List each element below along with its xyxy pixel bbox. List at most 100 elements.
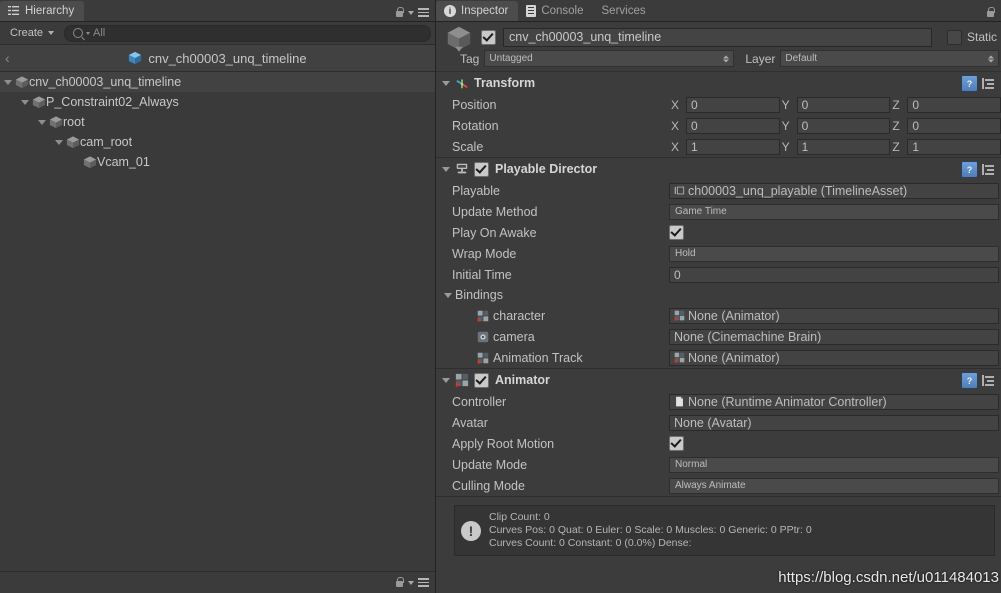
lock-icon[interactable] — [986, 7, 995, 18]
object-field[interactable]: None (Avatar) — [669, 414, 999, 431]
foldout-open-icon[interactable] — [442, 166, 450, 172]
back-arrow-icon[interactable]: ‹ — [5, 51, 10, 65]
axis-input[interactable]: 0 — [907, 117, 1001, 134]
axis-input[interactable]: 0 — [796, 96, 891, 113]
lock-icon[interactable] — [395, 577, 404, 588]
bindings-foldout[interactable]: Bindings — [436, 285, 1001, 305]
foldout-open-icon[interactable] — [442, 80, 450, 86]
hamburger-menu-icon[interactable] — [418, 578, 429, 587]
component-header[interactable]: Playable Director? — [436, 158, 1001, 180]
axis-value: 1 — [801, 139, 809, 154]
gameobject-name-field[interactable]: cnv_ch00003_unq_timeline — [503, 27, 932, 47]
binding-row: Animation Track None (Animator) — [436, 347, 1001, 368]
info-line-1: Clip Count: 0 — [489, 511, 550, 523]
property-row: Wrap Mode Hold — [436, 243, 1001, 264]
tab-console[interactable]: Console — [518, 1, 593, 21]
vector-axis-z: Z0 — [890, 117, 1001, 134]
object-field[interactable]: None (Runtime Animator Controller) — [669, 393, 999, 410]
component-header-actions: ? — [961, 372, 997, 389]
enum-dropdown[interactable]: Game Time — [669, 203, 999, 220]
axis-label: Z — [892, 118, 900, 133]
component-title: Transform — [474, 76, 536, 90]
help-book-icon[interactable]: ? — [961, 161, 978, 178]
foldout-open-icon[interactable] — [442, 377, 450, 383]
vector3-field: X0Y0Z0 — [669, 117, 1001, 134]
axis-input[interactable]: 0 — [796, 117, 891, 134]
layer-dropdown[interactable]: Default — [780, 50, 999, 67]
property-label: Initial Time — [452, 267, 512, 282]
axis-label: X — [671, 97, 680, 112]
tree-item[interactable]: P_Constraint02_Always — [0, 92, 435, 112]
chevron-down-icon[interactable] — [408, 580, 414, 585]
foldout-open-icon[interactable] — [4, 79, 12, 85]
binding-value: None (Cinemachine Brain) — [674, 329, 822, 344]
preset-settings-icon[interactable] — [982, 76, 997, 91]
property-checkbox[interactable] — [669, 225, 684, 240]
enum-dropdown[interactable]: Normal — [669, 456, 999, 473]
tree-item[interactable]: Vcam_01 — [0, 152, 435, 172]
component-enabled-checkbox[interactable] — [474, 372, 489, 388]
object-field[interactable]: ch00003_unq_playable (TimelineAsset) — [669, 182, 999, 199]
info-line-2: Curves Pos: 0 Quat: 0 Euler: 0 Scale: 0 … — [489, 524, 812, 537]
static-toggle[interactable]: Static — [939, 29, 1001, 45]
search-input[interactable]: All — [64, 24, 431, 42]
help-book-icon[interactable]: ? — [961, 372, 978, 389]
component-header[interactable]: Animator? — [436, 369, 1001, 391]
axis-input[interactable]: 0 — [907, 96, 1001, 113]
enum-value: Always Animate — [675, 480, 746, 491]
foldout-open-icon[interactable] — [21, 99, 29, 105]
create-button[interactable]: Create — [4, 25, 60, 41]
tree-item[interactable]: cnv_ch00003_unq_timeline — [0, 72, 435, 92]
preset-settings-icon[interactable] — [982, 373, 997, 388]
axis-label: Z — [892, 139, 900, 154]
vector-axis-x: X0 — [669, 117, 780, 134]
binding-object-field[interactable]: None (Animator) — [669, 349, 999, 366]
component-enabled-checkbox[interactable] — [474, 161, 489, 177]
hamburger-menu-icon[interactable] — [418, 8, 429, 17]
chevron-down-icon[interactable] — [408, 10, 414, 15]
lock-icon[interactable] — [395, 7, 404, 18]
property-label: Controller — [452, 394, 507, 409]
property-row: Culling Mode Always Animate — [436, 475, 1001, 496]
axis-input[interactable]: 0 — [686, 96, 780, 113]
tab-inspector[interactable]: i Inspector — [436, 1, 519, 21]
foldout-open-icon[interactable] — [444, 292, 452, 298]
binding-object-field[interactable]: None (Animator) — [669, 307, 999, 324]
tree-item[interactable]: root — [0, 112, 435, 132]
vector-axis-z: Z0 — [890, 96, 1001, 113]
foldout-open-icon[interactable] — [55, 139, 63, 145]
tag-label: Tag — [460, 51, 480, 66]
enum-dropdown[interactable]: Hold — [669, 245, 999, 262]
binding-object-field[interactable]: None (Cinemachine Brain) — [669, 328, 999, 345]
axis-input[interactable]: 1 — [907, 138, 1001, 155]
info-line-3: Curves Count: 0 Constant: 0 (0.0%) Dense… — [489, 537, 692, 550]
animator-icon — [674, 310, 685, 321]
tab-hierarchy[interactable]: Hierarchy — [0, 1, 85, 21]
text-field[interactable]: 0 — [669, 266, 999, 283]
tag-dropdown[interactable]: Untagged — [484, 50, 735, 67]
tab-services[interactable]: Services — [594, 1, 656, 21]
breadcrumb-current[interactable]: cnv_ch00003_unq_timeline — [128, 51, 307, 66]
hierarchy-list-icon — [8, 5, 20, 17]
inspector-tabbar: i Inspector Console Services — [436, 0, 1001, 22]
enum-dropdown[interactable]: Always Animate — [669, 477, 999, 494]
tab-inspector-label: Inspector — [461, 5, 509, 17]
static-checkbox[interactable] — [946, 29, 962, 45]
gameobject-enabled-checkbox[interactable] — [481, 29, 496, 45]
axis-input[interactable]: 1 — [686, 138, 780, 155]
object-field-value: ch00003_unq_playable (TimelineAsset) — [688, 183, 908, 198]
component-header[interactable]: Transform? — [436, 72, 1001, 94]
inspector-panel: i Inspector Console Services cnv_ch00003_un… — [436, 0, 1001, 593]
axis-input[interactable]: 0 — [686, 117, 780, 134]
axis-input[interactable]: 1 — [796, 138, 891, 155]
property-checkbox[interactable] — [669, 436, 684, 451]
inspector-tab-icons — [986, 7, 1001, 21]
property-label: Update Mode — [452, 457, 528, 472]
preset-settings-icon[interactable] — [982, 162, 997, 177]
help-book-icon[interactable]: ? — [961, 75, 978, 92]
prefab-breadcrumb: ‹ cnv_ch00003_unq_timeline — [0, 45, 435, 72]
layer-value: Default — [785, 53, 818, 64]
animator-info-text: Clip Count: 0 Curves Pos: 0 Quat: 0 Eule… — [489, 511, 812, 550]
tree-item[interactable]: cam_root — [0, 132, 435, 152]
foldout-open-icon[interactable] — [38, 119, 46, 125]
